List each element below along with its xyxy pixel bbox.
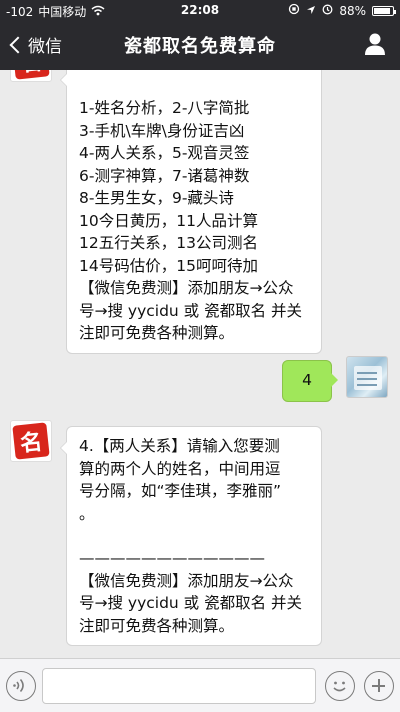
message-line [79, 525, 309, 547]
voice-icon [13, 678, 24, 693]
message-line: 号分隔，如“李佳琪，李雅丽” [79, 482, 282, 500]
message-line: 4.【两人关系】请输入您要测 [79, 437, 280, 455]
nav-bar: 微信 瓷都取名免费算命 [0, 20, 400, 70]
official-avatar[interactable]: 名 [10, 70, 52, 82]
divider-line: ———————————— [79, 549, 265, 567]
message-bubble-user[interactable]: 4 [282, 360, 338, 402]
message-line: 4 [302, 371, 312, 389]
user-profile-button[interactable] [364, 32, 386, 56]
emoji-icon [333, 681, 346, 692]
message-line: 注即可免费各种测算。 [79, 324, 235, 342]
message-line: 14号码估价，15呵呵待加 [79, 256, 258, 275]
person-icon [365, 33, 385, 55]
battery-icon [372, 5, 396, 16]
plus-button[interactable] [364, 671, 394, 701]
input-bar [0, 658, 400, 712]
battery-fill [374, 7, 390, 14]
message-line: 号→搜 yycidu 或 瓷都取名 并关 [79, 594, 303, 612]
message-bubble-official[interactable]: 1-姓名分析，2-八字简批 3-手机\车牌\身份证吉凶 4-两人关系，5-观音灵… [60, 70, 322, 354]
status-right: 88% [288, 3, 396, 18]
message-input[interactable] [42, 668, 316, 704]
message-line: 8-生男生女，9-藏头诗 [79, 189, 234, 207]
message-line: 【微信免费测】添加朋友→公众 [79, 571, 294, 590]
message-line: 12五行关系，13公司测名 [79, 234, 258, 252]
message-line: 1-姓名分析，2-八字简批 [79, 99, 250, 117]
photo-line [357, 372, 377, 374]
seal-logo: 名 [12, 70, 50, 80]
message-line: 注即可免费各种测算。 [79, 616, 235, 635]
message-line: 3-手机\车牌\身份证吉凶 [79, 121, 245, 140]
message-line: 算的两个人的姓名，中间用逗 [79, 459, 281, 478]
message-line: 。 [79, 504, 95, 523]
status-bar: -102 中国移动 22:08 88% [0, 0, 400, 20]
message-line: 4-两人关系，5-观音灵签 [79, 144, 250, 162]
message-line: 号→搜 yycidu 或 瓷都取名 并关 [79, 301, 303, 320]
rotation-lock-icon [288, 3, 300, 18]
message-bubble-official[interactable]: 4.【两人关系】请输入您要测 算的两个人的姓名，中间用逗 号分隔，如“李佳琪，李… [60, 426, 322, 646]
chat-area[interactable]: 名 1-姓名分析，2-八字简批 3-手机\车牌\身份证吉凶 4-两人关系，5-观… [0, 70, 400, 658]
official-avatar[interactable]: 名 [10, 420, 52, 462]
battery-percent: 88% [339, 3, 366, 18]
alarm-icon [322, 3, 333, 18]
location-icon [306, 4, 316, 18]
message-line: 6-测字神算，7-诸葛神数 [79, 166, 250, 185]
emoji-button[interactable] [325, 671, 355, 701]
user-avatar[interactable] [346, 356, 388, 398]
message-line: 【微信免费测】添加朋友→公众 [79, 279, 294, 297]
page-title: 瓷都取名免费算命 [124, 36, 276, 57]
message-line: 10今日黄历，11人品计算 [79, 211, 258, 230]
seal-logo: 名 [12, 422, 50, 460]
photo-line [357, 384, 377, 386]
voice-button[interactable] [6, 671, 36, 701]
photo-line [357, 378, 377, 380]
